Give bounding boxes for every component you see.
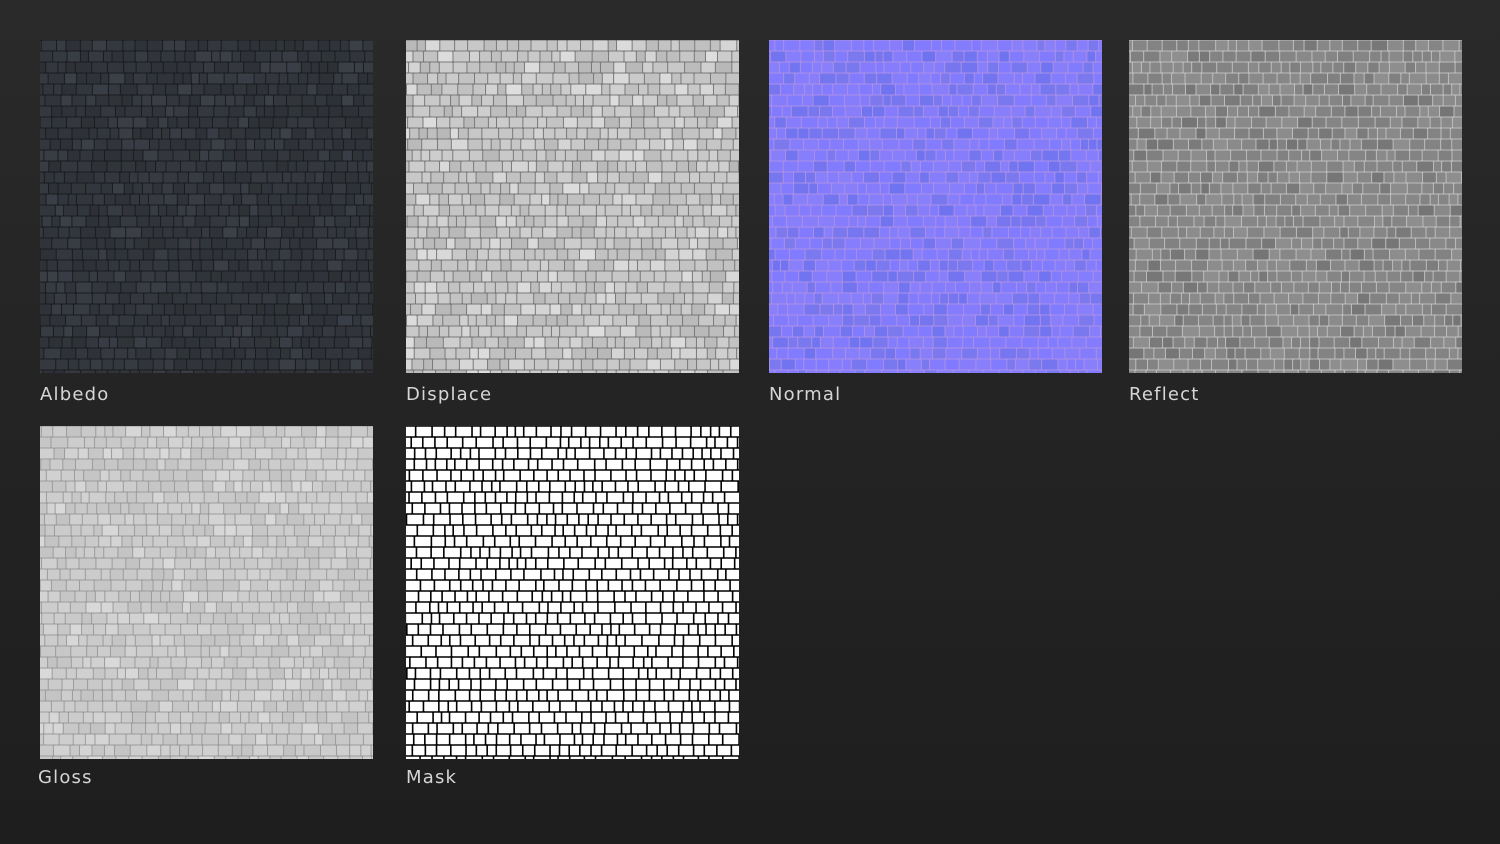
reflect-label: Reflect <box>1129 384 1200 405</box>
displace-texture-image <box>406 40 739 373</box>
map-tile-albedo[interactable]: Albedo <box>40 40 373 405</box>
normal-texture-image <box>769 40 1102 373</box>
map-tile-gloss[interactable]: Gloss <box>38 426 373 788</box>
map-tile-mask[interactable]: Mask <box>406 426 739 788</box>
map-tile-reflect[interactable]: Reflect <box>1129 40 1462 405</box>
map-tile-normal[interactable]: Normal <box>769 40 1102 405</box>
normal-label: Normal <box>769 384 842 405</box>
albedo-label: Albedo <box>40 384 110 405</box>
map-tile-displace[interactable]: Displace <box>406 40 739 405</box>
displace-label: Displace <box>406 384 493 405</box>
albedo-texture-image <box>40 40 373 373</box>
mask-texture-image <box>406 426 739 759</box>
gloss-label: Gloss <box>38 767 93 788</box>
mask-label: Mask <box>406 767 458 788</box>
gloss-texture-image <box>40 426 373 759</box>
reflect-texture-image <box>1129 40 1462 373</box>
